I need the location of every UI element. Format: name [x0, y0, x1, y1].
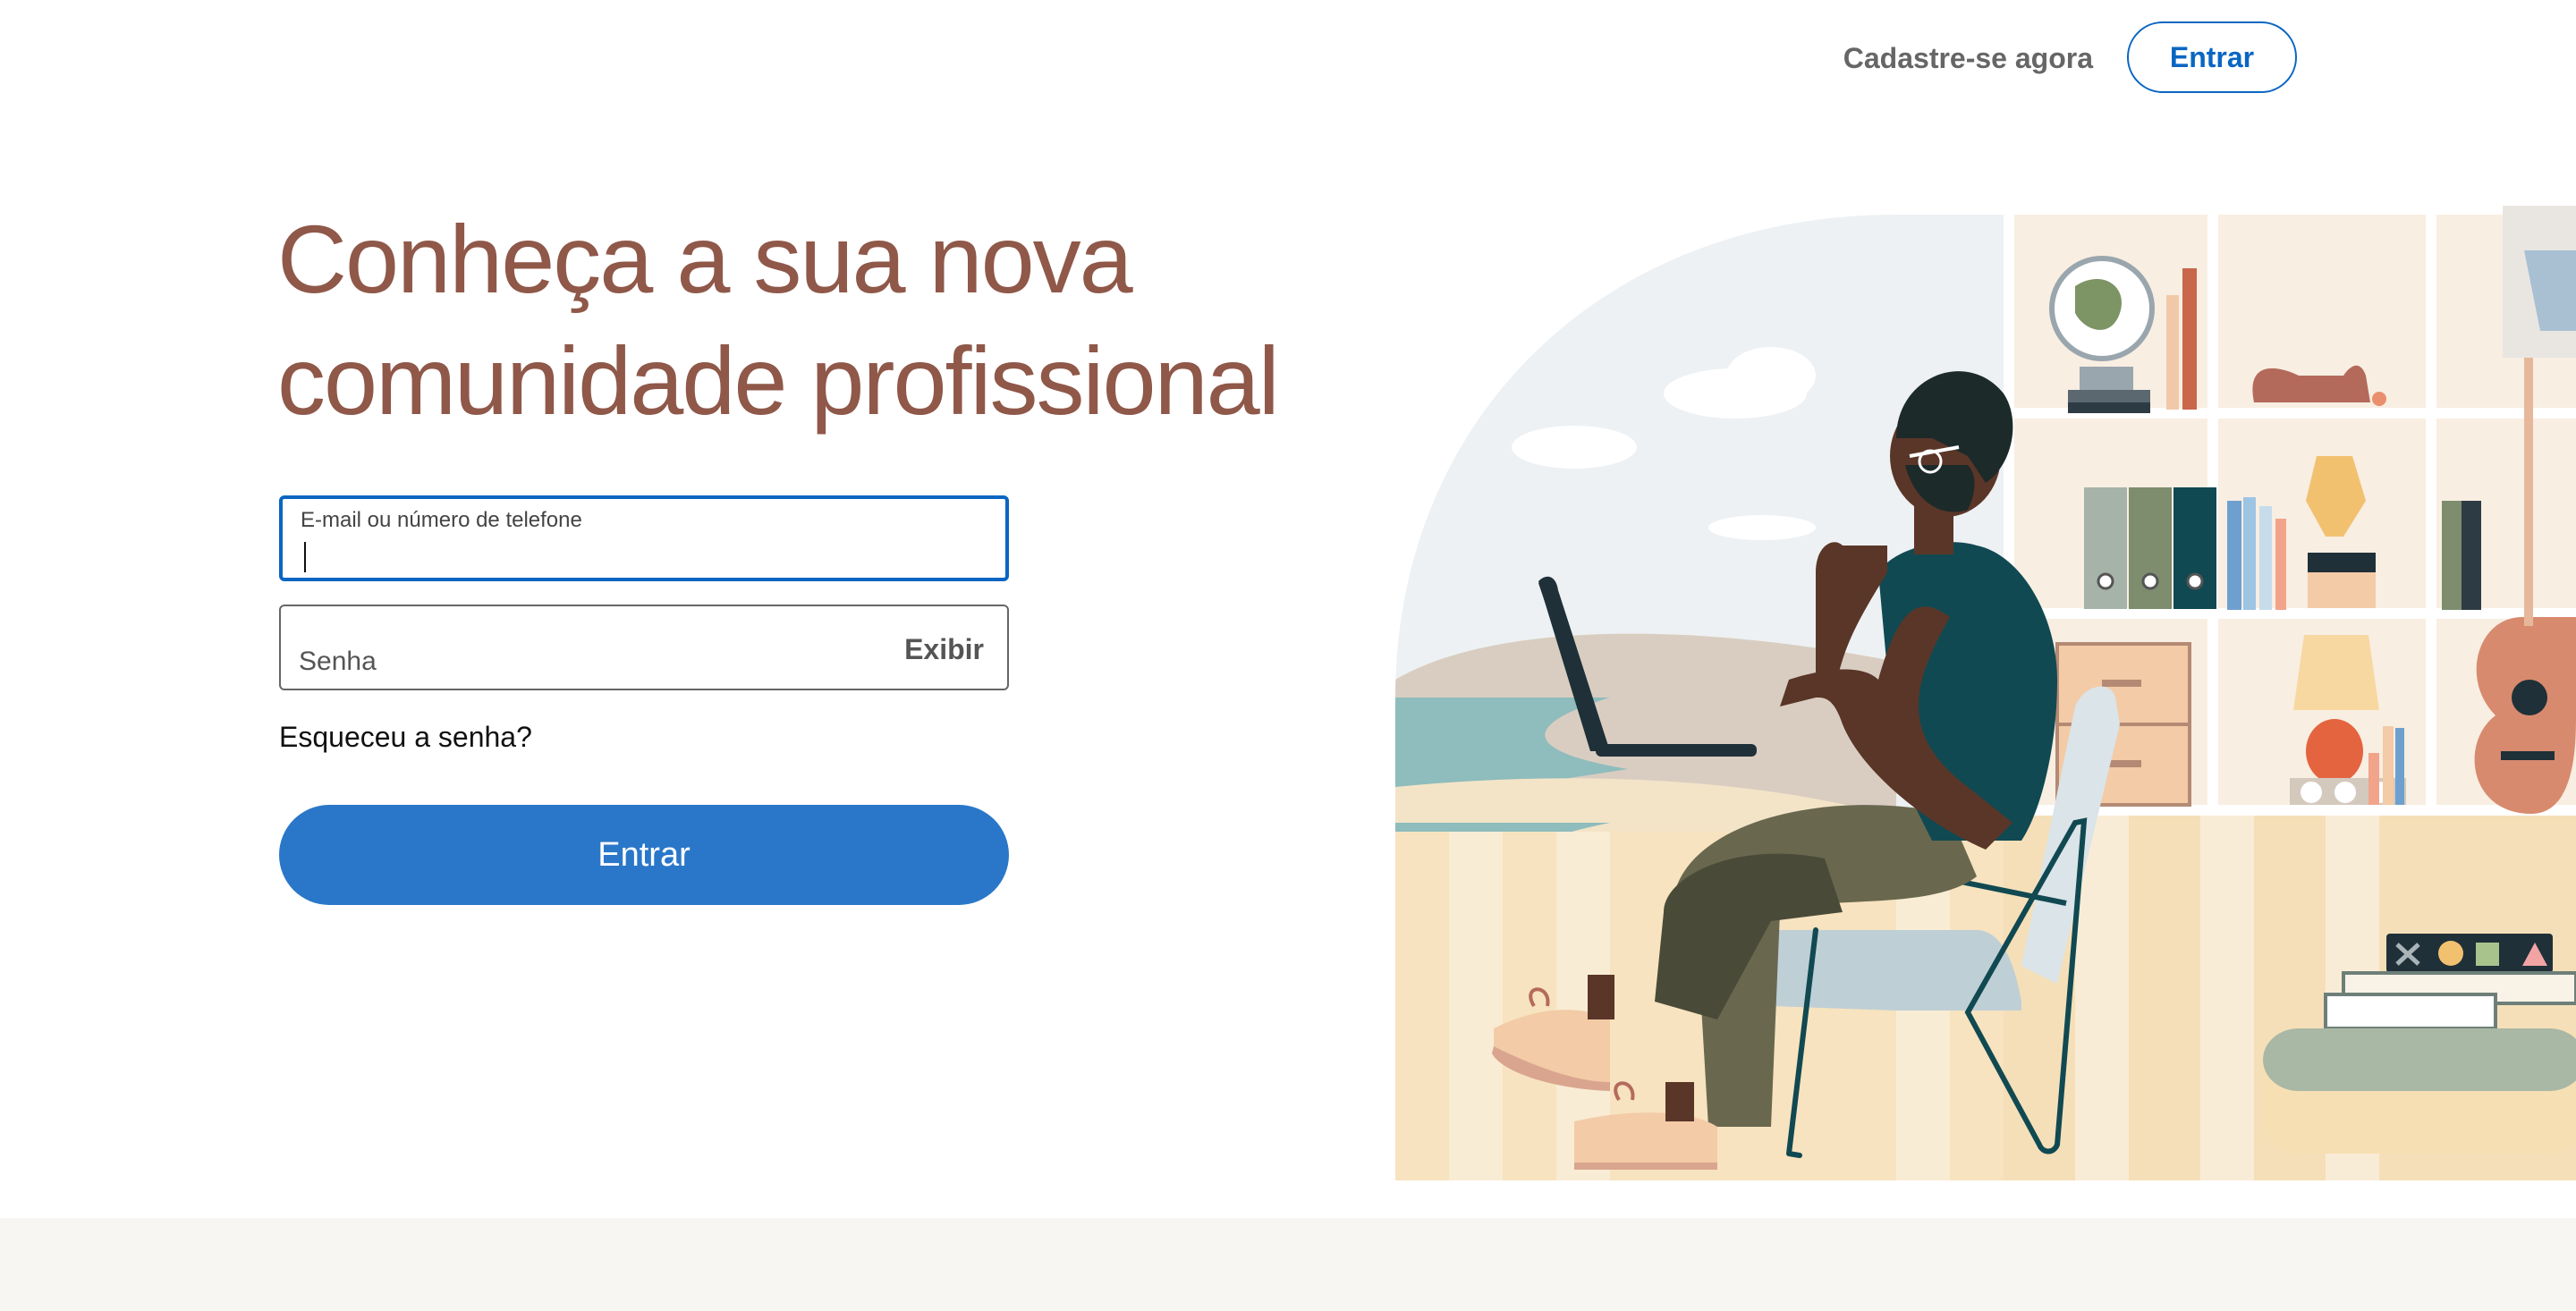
- email-field[interactable]: E-mail ou número de telefone: [279, 495, 1009, 581]
- headline-line-1: Conheça a sua nova: [277, 205, 1133, 313]
- password-input[interactable]: [299, 642, 979, 681]
- email-input[interactable]: [301, 535, 980, 574]
- forgot-password-link[interactable]: Esqueceu a senha?: [279, 721, 532, 754]
- show-password-button[interactable]: Exibir: [904, 630, 984, 669]
- footer-strip: [0, 1218, 2576, 1311]
- signup-link[interactable]: Cadastre-se agora: [1816, 36, 2093, 80]
- person-with-laptop-illustration: [1395, 206, 2576, 1180]
- header-signin-button[interactable]: Entrar: [2127, 21, 2297, 93]
- signin-submit-button[interactable]: Entrar: [279, 805, 1009, 905]
- email-field-label: E-mail ou número de telefone: [301, 508, 582, 532]
- page-title: Conheça a sua nova comunidade profission…: [277, 199, 1333, 442]
- login-page: Cadastre-se agora Entrar Conheça a sua n…: [0, 0, 2576, 1311]
- headline-line-2: comunidade profissional: [277, 326, 1280, 435]
- password-field[interactable]: Exibir: [279, 605, 1009, 690]
